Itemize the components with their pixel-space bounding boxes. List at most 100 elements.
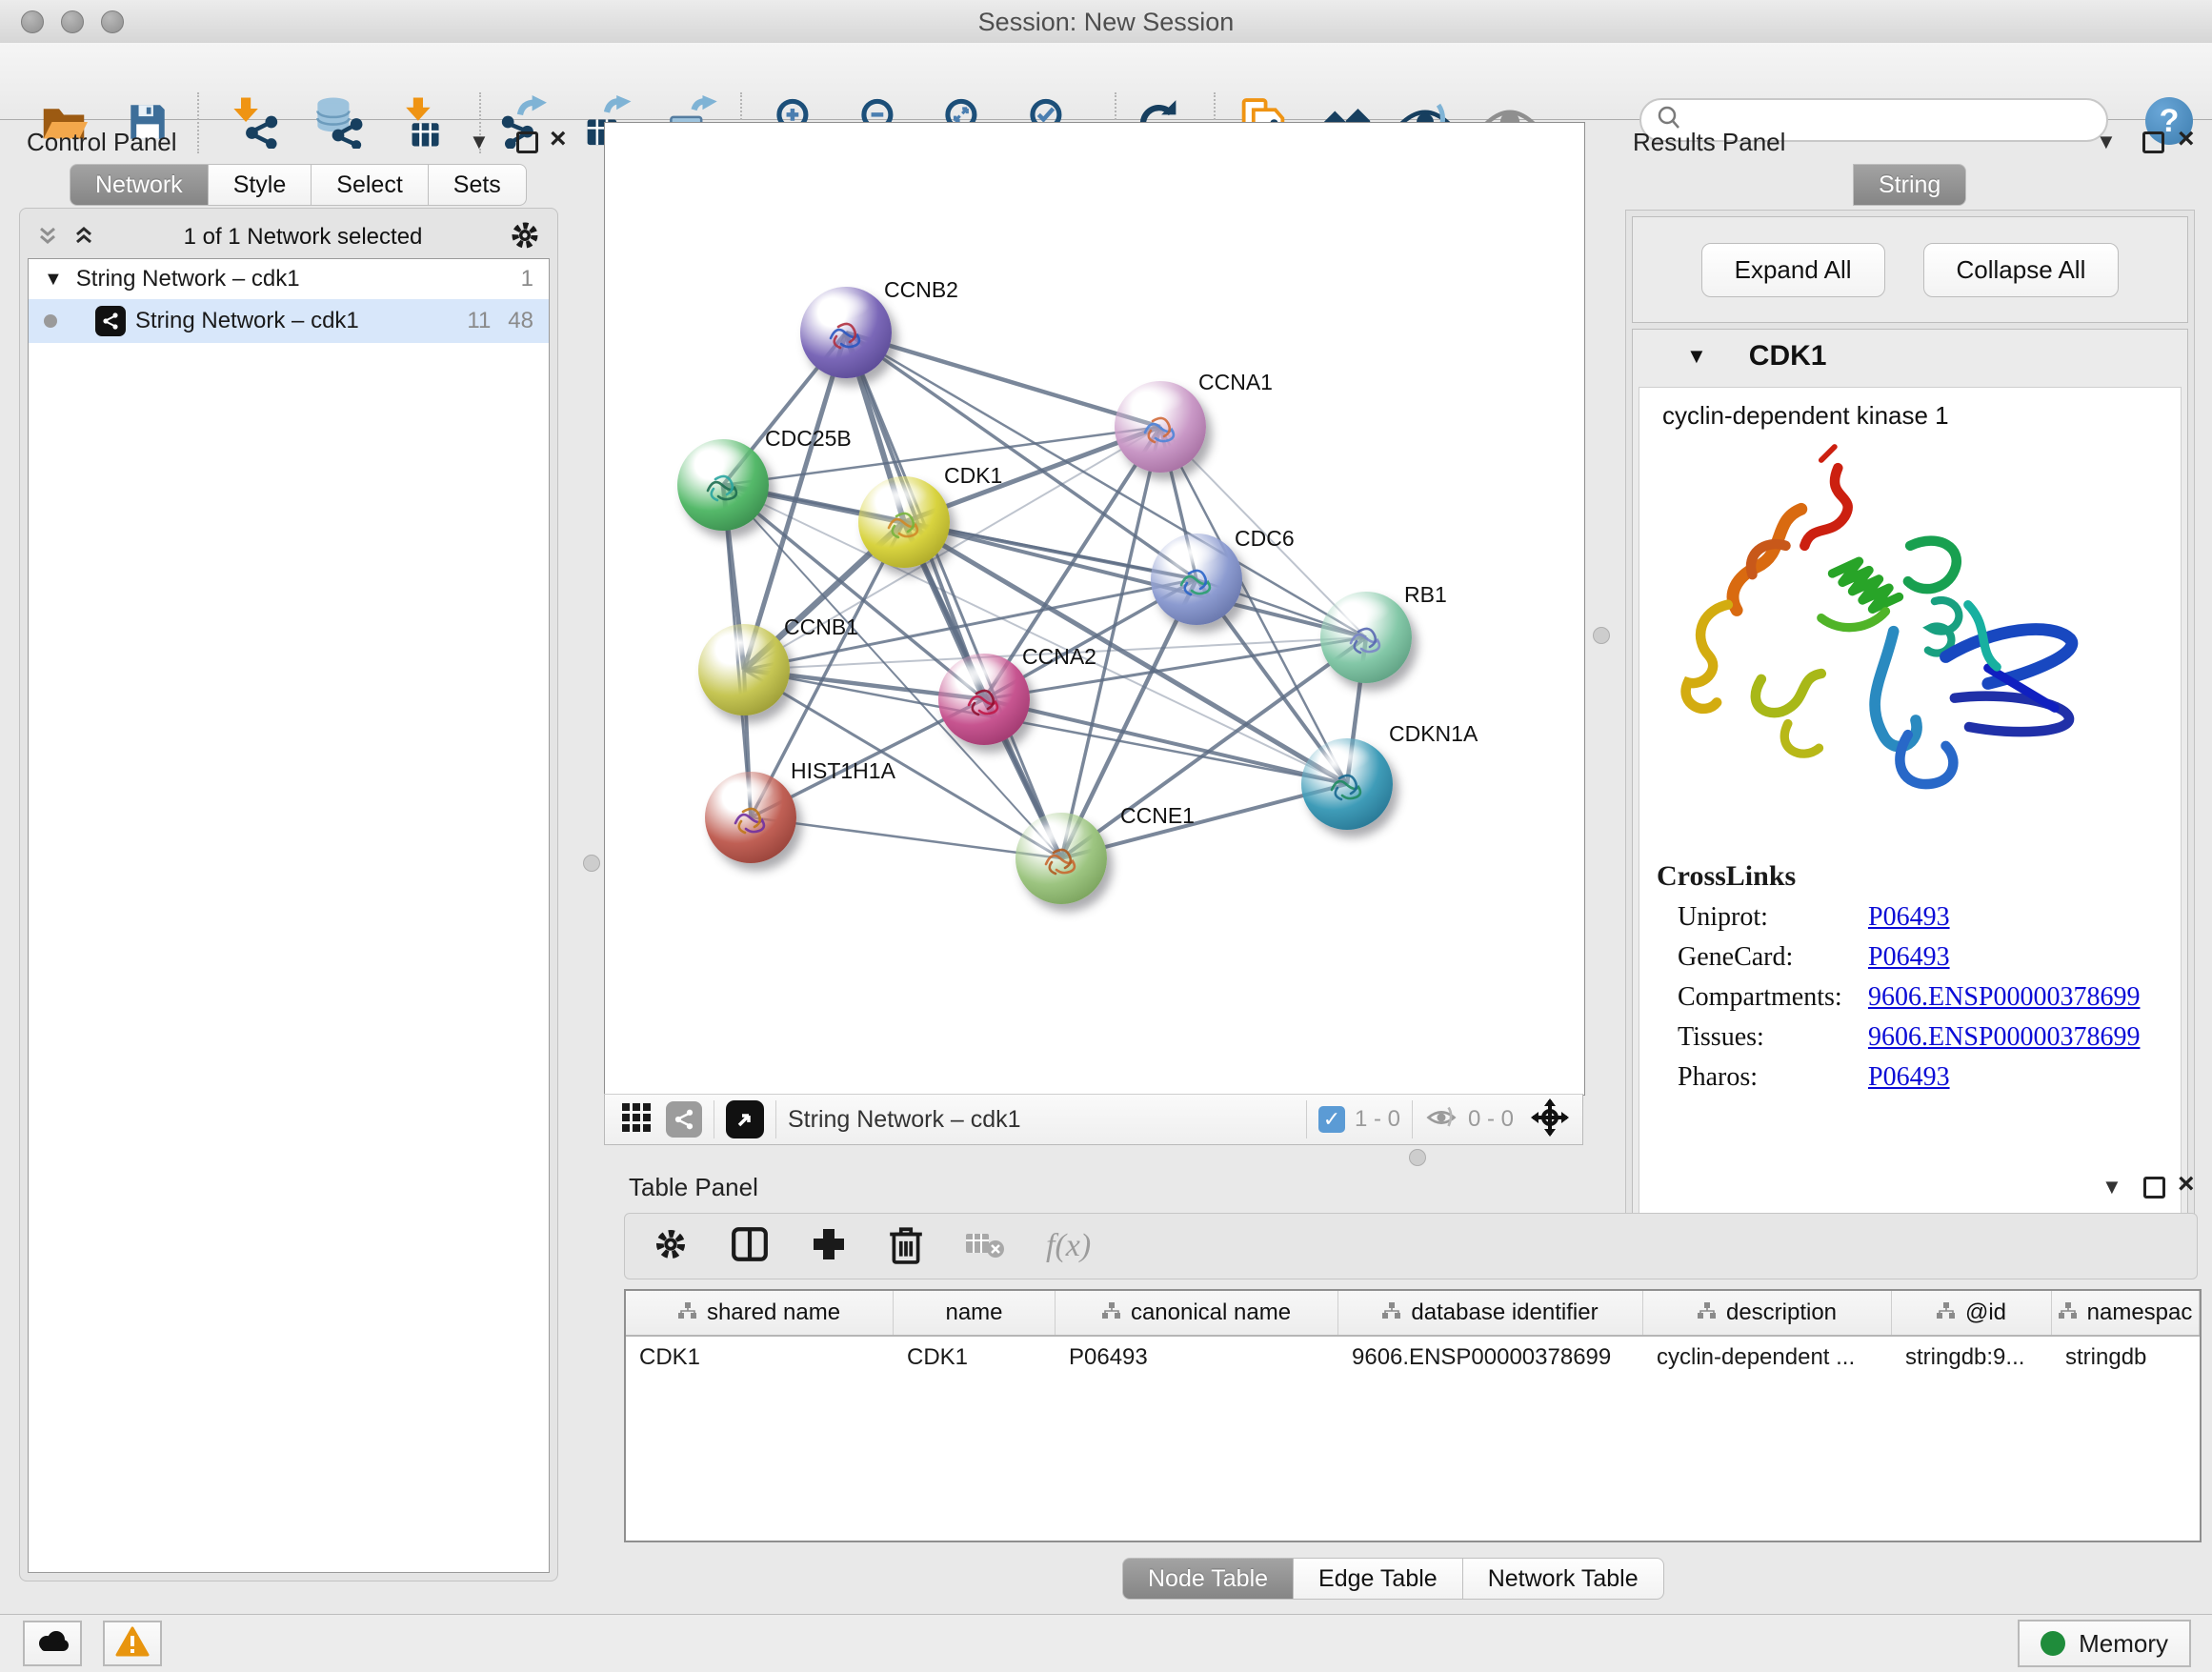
column-type-icon (1102, 1299, 1121, 1326)
network-canvas[interactable]: CCNB2CCNA1CDC25BCDK1CDC6RB1CCNB1CCNA2CDK… (604, 122, 1585, 1096)
expand-all-icon[interactable] (70, 221, 98, 254)
memory-button[interactable]: Memory (2018, 1620, 2191, 1667)
results-panel-title: Results Panel (1633, 128, 1785, 157)
table-cell[interactable]: cyclin-dependent ... (1643, 1344, 1892, 1371)
crosslink-link[interactable]: P06493 (1868, 1062, 1950, 1093)
tab-style[interactable]: Style (209, 164, 312, 206)
node-CDC6[interactable] (1151, 534, 1242, 625)
right-splitter-handle[interactable] (1593, 627, 1610, 644)
show-columns-icon[interactable] (730, 1224, 770, 1269)
tab-sets[interactable]: Sets (429, 164, 527, 206)
title-bar: Session: New Session (0, 0, 2212, 44)
collapse-all-button[interactable]: Collapse All (1923, 243, 2120, 297)
delete-column-icon[interactable] (888, 1224, 924, 1269)
hidden-eye-slash-icon[interactable] (1424, 1103, 1458, 1137)
node-CCNB1[interactable] (698, 624, 790, 715)
memory-status-dot (2041, 1631, 2065, 1656)
crosslink-row: Compartments:9606.ENSP00000378699 (1678, 982, 2181, 1013)
crosslink-row: Pharos:P06493 (1678, 1062, 2181, 1093)
grid-view-icon[interactable] (620, 1101, 653, 1138)
bottom-splitter-handle[interactable] (1409, 1149, 1426, 1166)
tab-node-table[interactable]: Node Table (1122, 1558, 1294, 1600)
network-row[interactable]: String Network – cdk1 11 48 (29, 299, 549, 343)
collection-count: 1 (521, 266, 533, 292)
edge-CDK1-CDKN1A[interactable] (904, 522, 1347, 784)
crosslink-link[interactable]: 9606.ENSP00000378699 (1868, 982, 2140, 1013)
network-status-dot (44, 314, 57, 328)
close-panel-icon[interactable]: × (550, 130, 567, 149)
left-splitter-handle[interactable] (583, 855, 600, 872)
tab-edge-table[interactable]: Edge Table (1294, 1558, 1463, 1600)
tab-string[interactable]: String (1853, 164, 1966, 206)
panel-menu-icon[interactable]: ▼ (2096, 130, 2117, 154)
table-cell[interactable]: 9606.ENSP00000378699 (1338, 1344, 1643, 1371)
tab-select[interactable]: Select (312, 164, 428, 206)
gene-section: ▼ CDK1 cyclin-dependent kinase 1 (1632, 329, 2188, 1220)
crosslink-link[interactable]: P06493 (1868, 942, 1950, 973)
column-header-namespac[interactable]: namespac (2052, 1291, 2200, 1335)
node-CDKN1A[interactable] (1301, 738, 1393, 830)
float-panel-icon[interactable] (2143, 1177, 2165, 1199)
add-column-icon[interactable] (810, 1225, 848, 1268)
gene-details: cyclin-dependent kinase 1 (1639, 387, 2182, 1214)
float-panel-icon[interactable] (2142, 131, 2164, 153)
crosslink-label: Tissues: (1678, 1022, 1868, 1053)
edge-HIST1H1A-CCNE1[interactable] (751, 817, 1061, 858)
node-table: shared namenamecanonical namedatabase id… (624, 1289, 2202, 1542)
panel-menu-icon[interactable]: ▼ (2101, 1175, 2122, 1199)
cloud-button[interactable] (23, 1621, 82, 1666)
column-header-database-identifier[interactable]: database identifier (1338, 1291, 1643, 1335)
network-share-icon[interactable] (666, 1101, 702, 1138)
expand-all-button[interactable]: Expand All (1701, 243, 1885, 297)
column-type-icon (2059, 1299, 2078, 1326)
tab-network[interactable]: Network (70, 164, 209, 206)
node-CCNB2[interactable] (800, 287, 892, 378)
close-panel-icon[interactable]: × (2178, 130, 2195, 149)
table-cell[interactable]: CDK1 (894, 1344, 1056, 1371)
column-header--id[interactable]: @id (1892, 1291, 2052, 1335)
node-CCNA2[interactable] (938, 654, 1030, 745)
tab-network-table[interactable]: Network Table (1463, 1558, 1664, 1600)
close-panel-icon[interactable]: × (2178, 1175, 2195, 1194)
network-icon (95, 306, 126, 336)
gear-icon[interactable] (508, 218, 542, 257)
crosslink-link[interactable]: 9606.ENSP00000378699 (1868, 1022, 2140, 1053)
panel-menu-icon[interactable]: ▼ (469, 130, 490, 154)
control-panel: Control Panel ▼ × Network Style Select S… (11, 122, 570, 1583)
network-collection-row[interactable]: ▼ String Network – cdk1 1 (29, 259, 549, 299)
collection-expand-icon[interactable]: ▼ (44, 269, 63, 291)
table-cell[interactable]: P06493 (1056, 1344, 1338, 1371)
collapse-all-icon[interactable] (33, 221, 62, 254)
column-label: @id (1965, 1299, 2006, 1326)
birds-eye-toggle-icon[interactable] (1531, 1098, 1569, 1141)
node-CCNA1[interactable] (1115, 381, 1206, 473)
selected-checkbox-icon[interactable]: ✓ (1318, 1106, 1345, 1133)
cloud-icon (33, 1628, 71, 1660)
status-bar: Memory (0, 1614, 2212, 1672)
table-cell[interactable]: CDK1 (626, 1344, 894, 1371)
column-header-canonical-name[interactable]: canonical name (1056, 1291, 1338, 1335)
table-row[interactable]: CDK1CDK1P064939606.ENSP00000378699cyclin… (626, 1337, 2200, 1379)
gear-icon[interactable] (652, 1225, 690, 1268)
node-CDK1[interactable] (858, 476, 950, 568)
table-cell[interactable]: stringdb:9... (1892, 1344, 2052, 1371)
edge-CCNB2-CCNA1[interactable] (846, 332, 1160, 427)
main-toolbar: ? (0, 43, 2212, 120)
node-CDC25B[interactable] (677, 439, 769, 531)
column-header-description[interactable]: description (1643, 1291, 1892, 1335)
detach-view-icon[interactable] (726, 1100, 764, 1138)
control-panel-tabs: Network Style Select Sets (70, 164, 527, 206)
node-label-CDC25B: CDC25B (765, 426, 852, 452)
node-HIST1H1A[interactable] (705, 772, 796, 863)
column-type-icon (1382, 1299, 1401, 1326)
node-label-CDKN1A: CDKN1A (1389, 721, 1478, 747)
warnings-button[interactable] (103, 1621, 162, 1666)
table-cell[interactable]: stringdb (2052, 1344, 2200, 1371)
gene-collapse-icon[interactable]: ▼ (1686, 344, 1707, 369)
crosslink-link[interactable]: P06493 (1868, 902, 1950, 933)
column-header-name[interactable]: name (894, 1291, 1056, 1335)
float-panel-icon[interactable] (516, 131, 538, 153)
node-RB1[interactable] (1320, 592, 1412, 683)
node-CCNE1[interactable] (1016, 813, 1107, 904)
column-header-shared-name[interactable]: shared name (626, 1291, 894, 1335)
